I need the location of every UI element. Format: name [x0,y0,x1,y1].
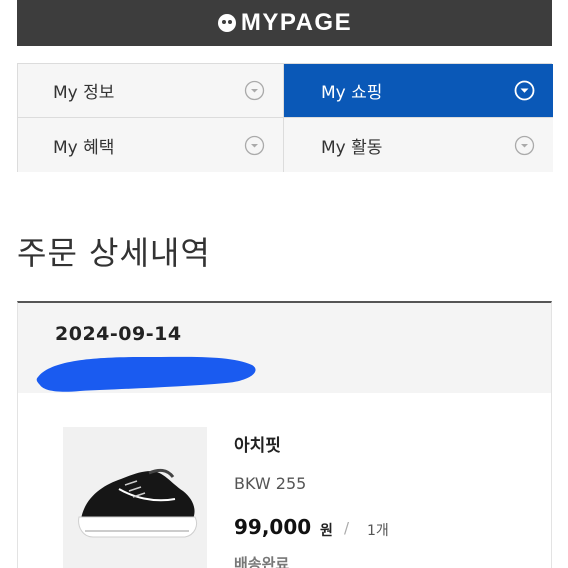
face-logo-icon [217,14,236,32]
price-currency: 원 [320,523,333,539]
menu-item-my-activity[interactable]: My 활동 [284,118,553,172]
product-image[interactable] [63,427,207,568]
menu-item-label: My 정보 [53,83,115,103]
menu-item-my-shopping[interactable]: My 쇼핑 [284,64,553,118]
menu-item-label: My 혜택 [53,137,115,158]
chevron-down-icon [514,80,535,101]
mypage-menu: My 정보 My 쇼핑 My 혜택 My 활동 [17,63,553,172]
product-price: 99,000 [234,515,312,539]
page-header-title: MYPAGE [240,9,353,36]
order-product[interactable]: 아치핏 BKW 255 99,000 원 / 1개 배송완료 [18,393,551,568]
product-option: BKW 255 [234,474,307,493]
product-quantity: 1개 [367,523,389,539]
order-header: 2024-09-14 [18,303,551,393]
chevron-down-icon [514,135,535,155]
price-separator: / [344,519,350,537]
redaction-scribble [36,356,256,392]
order-card: 2024-09-14 아치핏 BKW 255 99,000 원 / 1개 배송완… [17,301,552,568]
product-name[interactable]: 아치핏 [234,431,281,456]
page-title: 주문 상세내역 [17,234,211,272]
order-date: 2024-09-14 [55,323,182,345]
menu-item-my-info[interactable]: My 정보 [18,64,284,118]
sneaker-image [63,427,207,568]
delivery-status: 배송완료 [234,555,290,568]
menu-item-my-benefits[interactable]: My 혜택 [18,118,284,172]
chevron-down-icon [244,80,265,101]
chevron-down-icon [244,135,265,155]
mypage-header: MYPAGE [17,0,552,46]
menu-item-label: My 활동 [321,137,383,158]
menu-item-label: My 쇼핑 [321,83,383,103]
